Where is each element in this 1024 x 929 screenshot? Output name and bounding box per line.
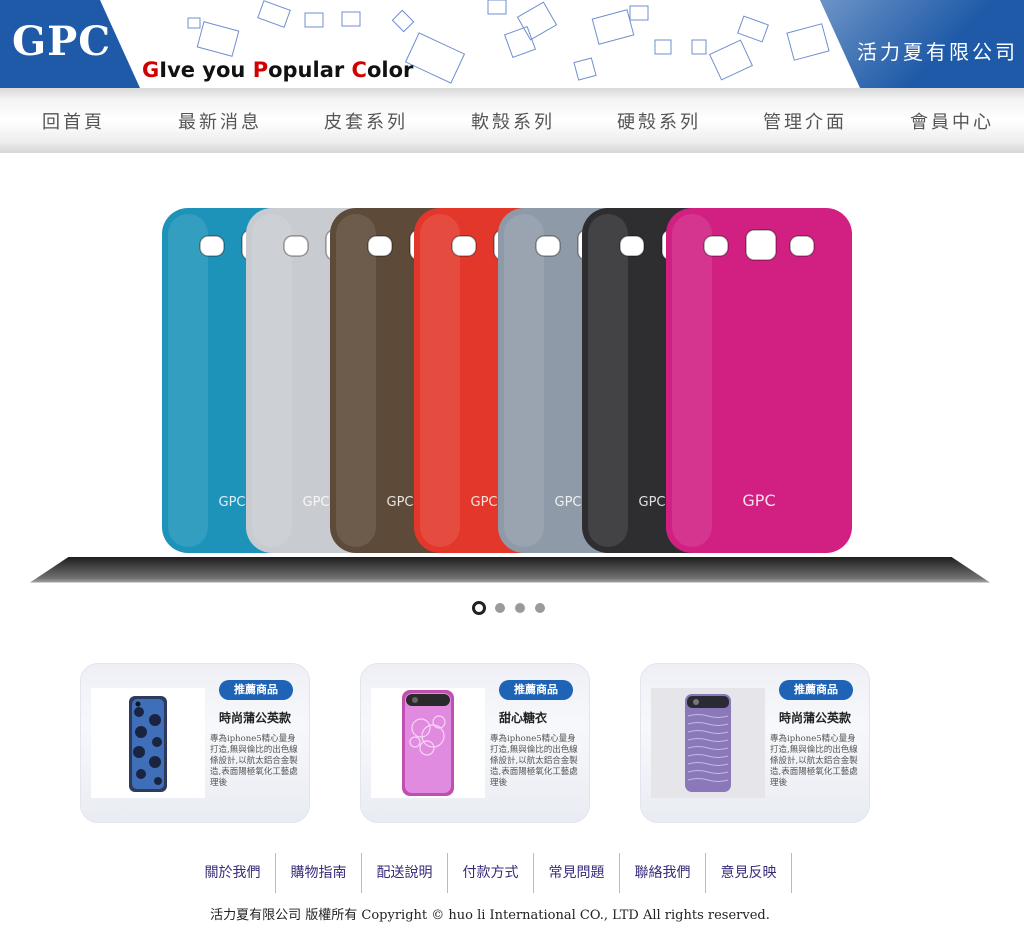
phone-wave-case-image: [651, 688, 765, 798]
case-logo-text: GPC: [387, 495, 414, 510]
phone-cases: GPC GPC GPC GPC GPC GPC GPC: [162, 208, 852, 553]
slider-dot-3[interactable]: [515, 603, 525, 613]
case-logo-text: GPC: [555, 495, 582, 510]
phone-candy-case-image: [402, 690, 454, 796]
footer-link-shopping-guide[interactable]: 購物指南: [276, 853, 362, 893]
company-banner: 活力夏有限公司: [820, 0, 1024, 88]
gpc-logo[interactable]: GPC: [12, 18, 111, 65]
company-name: 活力夏有限公司: [857, 40, 1018, 64]
nav-item-leather-case[interactable]: 皮套系列: [324, 108, 408, 134]
footer-link-feedback[interactable]: 意見反映: [706, 853, 792, 893]
tagline-cap-p: P: [252, 58, 269, 82]
main-nav: 回首頁 最新消息 皮套系列 軟殼系列 硬殼系列 管理介面 會員中心: [0, 88, 1024, 153]
product-photo[interactable]: [371, 688, 485, 798]
tagline-word-3: olor: [366, 58, 414, 82]
product-card[interactable]: 推薦商品 時尚蒲公英款 專為iphone5精心量身打造,無與倫比的出色線條設計,…: [640, 663, 870, 823]
case-logo-text: GPC: [742, 491, 775, 510]
footer-link-payment[interactable]: 付款方式: [448, 853, 534, 893]
tagline: GIve you Popular Color: [142, 58, 413, 82]
product-title[interactable]: 時尚蒲公英款: [779, 709, 851, 726]
tagline-cap-c: C: [351, 58, 367, 82]
product-description: 專為iphone5精心量身打造,無與倫比的出色線條設計,以航太鋁合金製造,表面陽…: [770, 734, 858, 788]
recommended-badge: 推薦商品: [779, 680, 853, 700]
case-logo-text: GPC: [219, 495, 246, 510]
product-photo[interactable]: [91, 688, 205, 798]
case-logo-text: GPC: [303, 495, 330, 510]
product-description: 專為iphone5精心量身打造,無與倫比的出色線條設計,以航太鋁合金製造,表面陽…: [210, 734, 298, 788]
nav-item-home[interactable]: 回首頁: [42, 108, 105, 134]
product-card[interactable]: 推薦商品 時尚蒲公英款 專為iphone5精心量身打造,無與倫比的出色線條設計,…: [80, 663, 310, 823]
product-photo[interactable]: [651, 688, 765, 798]
tagline-word-1: Ive you: [159, 58, 253, 82]
case-logo-text: GPC: [471, 495, 498, 510]
case-logo-text: GPC: [639, 495, 666, 510]
slider-dot-1[interactable]: [472, 601, 486, 615]
recommended-badge: 推薦商品: [499, 680, 573, 700]
footer-link-faq[interactable]: 常見問題: [534, 853, 620, 893]
product-title[interactable]: 時尚蒲公英款: [219, 709, 291, 726]
copyright-notice: 活力夏有限公司 版權所有 Copyright © huo li Internat…: [210, 908, 770, 923]
phone-dots-case-image: [129, 696, 167, 792]
nav-item-admin[interactable]: 管理介面: [763, 108, 847, 134]
nav-item-news[interactable]: 最新消息: [178, 108, 262, 134]
slider-dot-2[interactable]: [495, 603, 505, 613]
product-description: 專為iphone5精心量身打造,無與倫比的出色線條設計,以航太鋁合金製造,表面陽…: [490, 734, 578, 788]
recommended-badge: 推薦商品: [219, 680, 293, 700]
phone-case-7: GPC: [666, 208, 852, 553]
slider-dot-4[interactable]: [535, 603, 545, 613]
nav-item-hard-case[interactable]: 硬殼系列: [617, 108, 701, 134]
tagline-cap-g: G: [142, 58, 160, 82]
footer-link-about[interactable]: 關於我們: [190, 853, 276, 893]
site-header: GPC GIve you Popular Color 活力夏有限公司: [0, 0, 1024, 88]
hero-slider[interactable]: GPC GPC GPC GPC GPC GPC GPC: [0, 153, 1024, 623]
tagline-word-2: opular: [268, 58, 352, 82]
footer-link-delivery[interactable]: 配送說明: [362, 853, 448, 893]
footer-link-contact[interactable]: 聯絡我們: [620, 853, 706, 893]
nav-item-member[interactable]: 會員中心: [910, 108, 994, 134]
nav-item-soft-case[interactable]: 軟殼系列: [471, 108, 555, 134]
product-card[interactable]: 推薦商品 甜心糖衣 專為iphone5精心量身打造,無與倫比的出色線條設計,以航…: [360, 663, 590, 823]
product-title[interactable]: 甜心糖衣: [499, 709, 547, 726]
slider-pagination: [472, 601, 552, 615]
